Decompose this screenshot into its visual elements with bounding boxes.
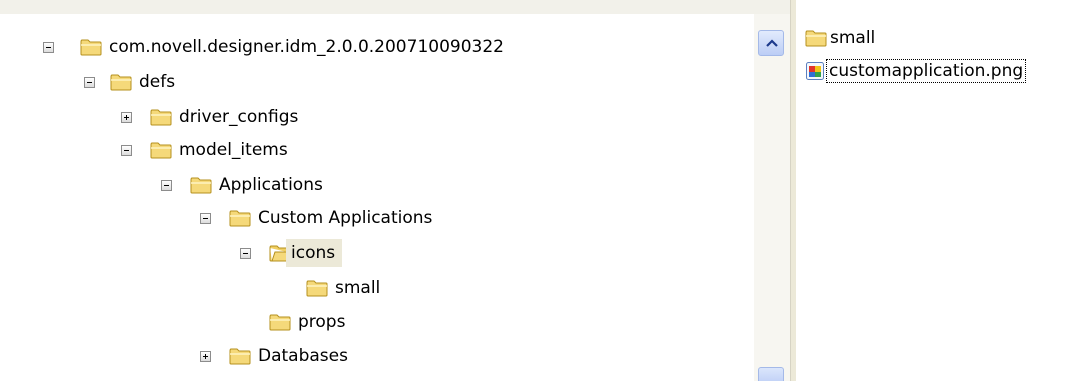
chevron-up-icon [766,39,778,47]
plus-box-icon[interactable] [200,351,211,362]
file-name: small [830,28,876,48]
folder-icon [150,109,172,126]
tree-node-label: defs [139,72,176,92]
folder-icon [80,39,102,56]
folder-icon [805,30,827,47]
tree-node-label: small [335,278,381,298]
tree-node-label: driver_configs [179,107,299,127]
folder-tree[interactable]: com.novell.designer.idm_2.0.0.2007100903… [0,14,754,381]
folder-icon [229,348,251,365]
tree-node-small[interactable]: small [306,273,380,303]
file-item-small[interactable]: small [805,24,875,52]
top-strip [0,0,790,14]
tree-node-defs[interactable]: defs [110,67,175,97]
tree-node-root[interactable]: com.novell.designer.idm_2.0.0.2007100903… [80,32,504,62]
minus-box-icon[interactable] [121,145,132,156]
tree-node-label: Custom Applications [258,208,433,228]
folder-icon [190,177,212,194]
file-item-customapplication[interactable]: customapplication.png [805,57,1027,85]
tree-node-label: com.novell.designer.idm_2.0.0.2007100903… [109,37,504,57]
minus-box-icon[interactable] [43,42,54,53]
tree-node-icons[interactable]: icons [269,238,343,268]
folder-icon [269,314,291,331]
folder-icon [150,142,172,159]
folder-icon [110,74,132,91]
minus-box-icon[interactable] [84,77,95,88]
minus-box-icon[interactable] [240,248,251,259]
tree-node-label: model_items [179,140,288,160]
tree-node-driver-configs[interactable]: driver_configs [150,102,298,132]
scroll-thumb[interactable] [758,367,784,381]
scroll-up-button[interactable] [758,30,784,56]
tree-node-applications[interactable]: Applications [190,170,323,200]
minus-box-icon[interactable] [200,213,211,224]
tree-node-label: props [298,312,346,332]
tree-node-model-items[interactable]: model_items [150,135,288,165]
vertical-scrollbar[interactable] [754,14,790,381]
tree-node-label: Applications [219,175,323,195]
minus-box-icon[interactable] [161,180,172,191]
png-file-icon [806,62,824,80]
folder-icon [229,210,251,227]
tree-node-label: Databases [258,346,348,366]
tree-node-props[interactable]: props [269,307,345,337]
tree-node-label: icons [286,239,343,267]
folder-icon [306,280,328,297]
file-list-pane[interactable]: small customapplication.png [796,0,1076,381]
plus-box-icon[interactable] [121,112,132,123]
file-name: customapplication.png [825,59,1027,83]
tree-node-databases[interactable]: Databases [229,341,348,371]
tree-node-custom-applications[interactable]: Custom Applications [229,203,432,233]
